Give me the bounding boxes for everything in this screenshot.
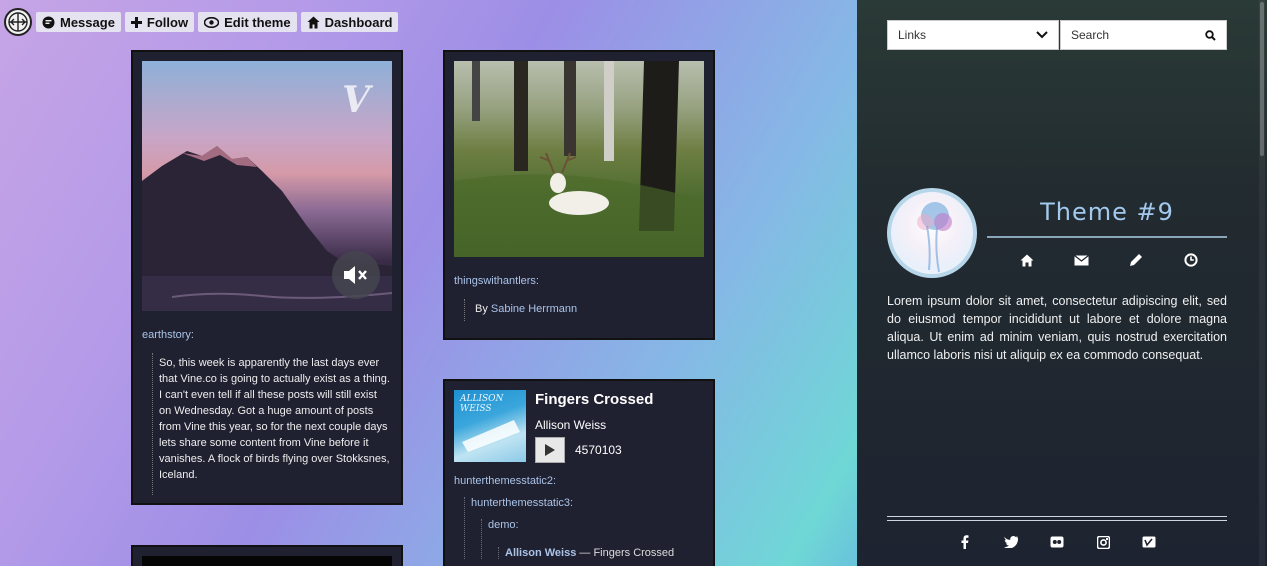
- flickr-icon[interactable]: [1049, 534, 1065, 550]
- eye-icon: [204, 16, 220, 28]
- dashboard-button[interactable]: Dashboard: [300, 12, 399, 32]
- track-artist: Allison Weiss: [535, 418, 607, 432]
- tumblr-controls-bar: Message Follow Edit theme Dashboard: [4, 8, 399, 36]
- play-count: 4570103: [575, 443, 622, 457]
- clock-icon[interactable]: [1183, 252, 1199, 268]
- links-dropdown-label: Links: [898, 28, 927, 42]
- photographer-link[interactable]: Sabine Herrmann: [491, 303, 577, 315]
- search-icon[interactable]: [1205, 29, 1216, 41]
- track-line-sep: —: [576, 547, 594, 559]
- search-input[interactable]: Search: [1060, 20, 1227, 50]
- album-art: ALLISON WEISS: [454, 390, 526, 462]
- chevron-down-icon: [1036, 31, 1048, 39]
- scrollbar-thumb[interactable]: [1260, 2, 1264, 156]
- track-line: Allison Weiss — Fingers Crossed: [505, 547, 704, 559]
- play-icon: [545, 444, 555, 456]
- forest-scene: [454, 61, 704, 257]
- footer-divider: [887, 516, 1227, 521]
- credit-prefix: By: [475, 303, 488, 315]
- track-line-title: Fingers Crossed: [593, 547, 675, 559]
- blog-description: Lorem ipsum dolor sit amet, consectetur …: [887, 294, 1227, 362]
- blog-title: Theme #9: [1040, 198, 1174, 226]
- pencil-icon[interactable]: [1128, 252, 1144, 268]
- reblog-thread: hunterthemesstatic3: demo: Allison Weiss…: [464, 497, 704, 559]
- reblog-source-3[interactable]: demo:: [488, 519, 704, 531]
- photo-credit: By Sabine Herrmann: [464, 299, 704, 321]
- mail-icon[interactable]: [1074, 252, 1090, 268]
- track-title: Fingers Crossed: [535, 391, 654, 408]
- sidebar-nav: [1019, 252, 1199, 268]
- search-placeholder: Search: [1071, 28, 1110, 42]
- post-source-link[interactable]: thingswithantlers:: [454, 275, 704, 287]
- photo-post: thingswithantlers: By Sabine Herrmann: [443, 50, 715, 340]
- twitter-icon[interactable]: [1003, 534, 1019, 550]
- mute-button[interactable]: [332, 251, 380, 299]
- title-divider: [987, 236, 1227, 238]
- next-post-partial: [131, 545, 403, 566]
- post-source-link[interactable]: earthstory:: [142, 329, 392, 341]
- audio-post: ALLISON WEISS Fingers Crossed Allison We…: [443, 379, 715, 566]
- social-links: [957, 534, 1157, 550]
- edit-theme-button[interactable]: Edit theme: [198, 12, 297, 32]
- reblog-source-1[interactable]: hunterthemesstatic2:: [454, 475, 704, 487]
- avatar: [887, 188, 977, 278]
- post-caption: So, this week is apparently the last day…: [152, 353, 392, 495]
- instagram-icon[interactable]: [1095, 534, 1111, 550]
- vine-logo-icon: V: [342, 79, 370, 121]
- speaker-muted-icon: [344, 266, 367, 284]
- vine-post: V earthstory: So, this week is apparentl…: [131, 50, 403, 505]
- message-button[interactable]: Message: [36, 12, 121, 32]
- dashboard-label: Dashboard: [324, 14, 393, 30]
- reblog-thread-deepest: Allison Weiss — Fingers Crossed: [498, 547, 704, 559]
- links-dropdown[interactable]: Links: [887, 20, 1059, 50]
- white-deer-photo[interactable]: [454, 61, 704, 257]
- facebook-icon[interactable]: [957, 534, 973, 550]
- follow-label: Follow: [146, 14, 189, 30]
- play-button[interactable]: [535, 437, 565, 463]
- vimeo-icon[interactable]: [1141, 534, 1157, 550]
- message-label: Message: [60, 14, 115, 30]
- home-icon: [307, 16, 320, 28]
- plus-icon: [130, 16, 142, 28]
- home-icon[interactable]: [1019, 252, 1035, 268]
- follow-button[interactable]: Follow: [124, 12, 195, 32]
- vine-video-thumbnail[interactable]: V: [142, 61, 392, 311]
- reblog-source-2[interactable]: hunterthemesstatic3:: [471, 497, 704, 509]
- edit-theme-label: Edit theme: [224, 14, 291, 30]
- reblog-thread-inner: demo: Allison Weiss — Fingers Crossed: [481, 519, 704, 559]
- sidebar: Links Search Theme #9 Lorem ipsum dolor …: [857, 0, 1267, 566]
- track-line-artist[interactable]: Allison Weiss: [505, 547, 576, 559]
- message-icon: [42, 16, 55, 28]
- tumblr-logo-icon[interactable]: [4, 8, 32, 36]
- post-media-placeholder: [142, 556, 392, 566]
